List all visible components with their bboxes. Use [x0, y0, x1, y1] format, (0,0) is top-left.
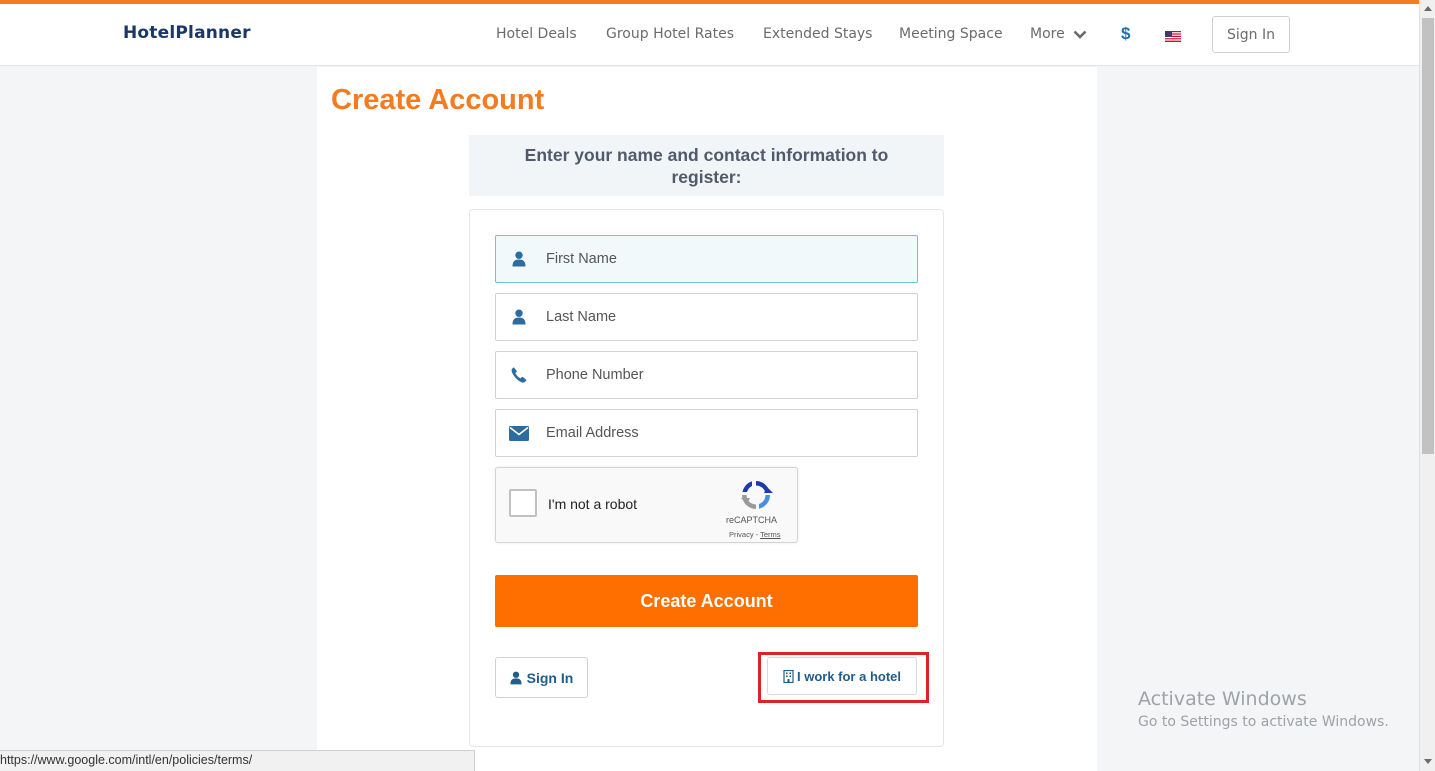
first-name-input[interactable]	[542, 239, 902, 279]
recaptcha-checkbox[interactable]	[509, 489, 537, 517]
recaptcha-logo-icon	[741, 481, 773, 509]
phone-number-field[interactable]	[495, 351, 918, 399]
recaptcha-privacy-link[interactable]: Privacy	[729, 530, 754, 539]
instructions-box: Enter your name and contact information …	[469, 135, 944, 196]
phone-number-input[interactable]	[542, 355, 902, 395]
sign-in-label: Sign In	[526, 669, 574, 686]
nav-extended-stays[interactable]: Extended Stays	[763, 26, 872, 42]
envelope-icon	[496, 425, 542, 441]
sign-in-button[interactable]: Sign In	[495, 657, 588, 698]
header-sign-in-button[interactable]: Sign In	[1212, 16, 1290, 53]
watermark-title: Activate Windows	[1138, 688, 1307, 710]
windows-activation-watermark: Activate Windows Go to Settings to activ…	[1138, 688, 1389, 730]
currency-selector[interactable]: $	[1121, 24, 1130, 44]
recaptcha-widget: I'm not a robot reCAPTCHA Privacy - Term…	[495, 467, 798, 543]
recaptcha-brand: reCAPTCHA	[726, 515, 778, 525]
last-name-input[interactable]	[542, 297, 902, 337]
create-account-button[interactable]: Create Account	[495, 575, 918, 627]
watermark-subtitle: Go to Settings to activate Windows.	[1138, 714, 1389, 730]
nav-more-label: More	[1030, 26, 1065, 42]
email-address-input[interactable]	[542, 413, 902, 453]
scrollbar-thumb[interactable]	[1422, 18, 1434, 454]
phone-icon	[496, 367, 542, 383]
nav-meeting-space[interactable]: Meeting Space	[899, 26, 1003, 42]
nav-group-hotel-rates[interactable]: Group Hotel Rates	[606, 26, 734, 42]
hotel-link-label: I work for a hotel	[796, 668, 901, 684]
email-address-field[interactable]	[495, 409, 918, 457]
nav-hotel-deals[interactable]: Hotel Deals	[496, 26, 577, 42]
first-name-field[interactable]	[495, 235, 918, 283]
chevron-down-icon	[1073, 30, 1087, 39]
site-header: HotelPlanner Hotel Deals Group Hotel Rat…	[0, 4, 1419, 66]
hotelplanner-logo[interactable]: HotelPlanner	[123, 23, 251, 43]
i-work-for-a-hotel-button[interactable]: I work for a hotel	[767, 657, 917, 695]
scroll-down-arrow-icon[interactable]	[1424, 759, 1432, 764]
page-scrollbar[interactable]	[1419, 0, 1435, 771]
instructions-text: Enter your name and contact information …	[524, 144, 889, 187]
nav-more-menu[interactable]: More	[1030, 26, 1087, 42]
recaptcha-terms-link[interactable]: Terms	[760, 530, 780, 539]
us-flag-icon[interactable]	[1165, 31, 1181, 42]
recaptcha-label: I'm not a robot	[548, 496, 638, 512]
scroll-up-arrow-icon[interactable]	[1424, 6, 1432, 11]
building-icon	[783, 669, 794, 683]
browser-status-bar: https://www.google.com/intl/en/policies/…	[0, 750, 475, 771]
last-name-field[interactable]	[495, 293, 918, 341]
user-icon	[510, 671, 522, 684]
user-icon	[496, 309, 542, 325]
recaptcha-links: Privacy - Terms	[729, 530, 781, 539]
user-icon	[496, 251, 542, 267]
page-title: Create Account	[331, 84, 545, 116]
